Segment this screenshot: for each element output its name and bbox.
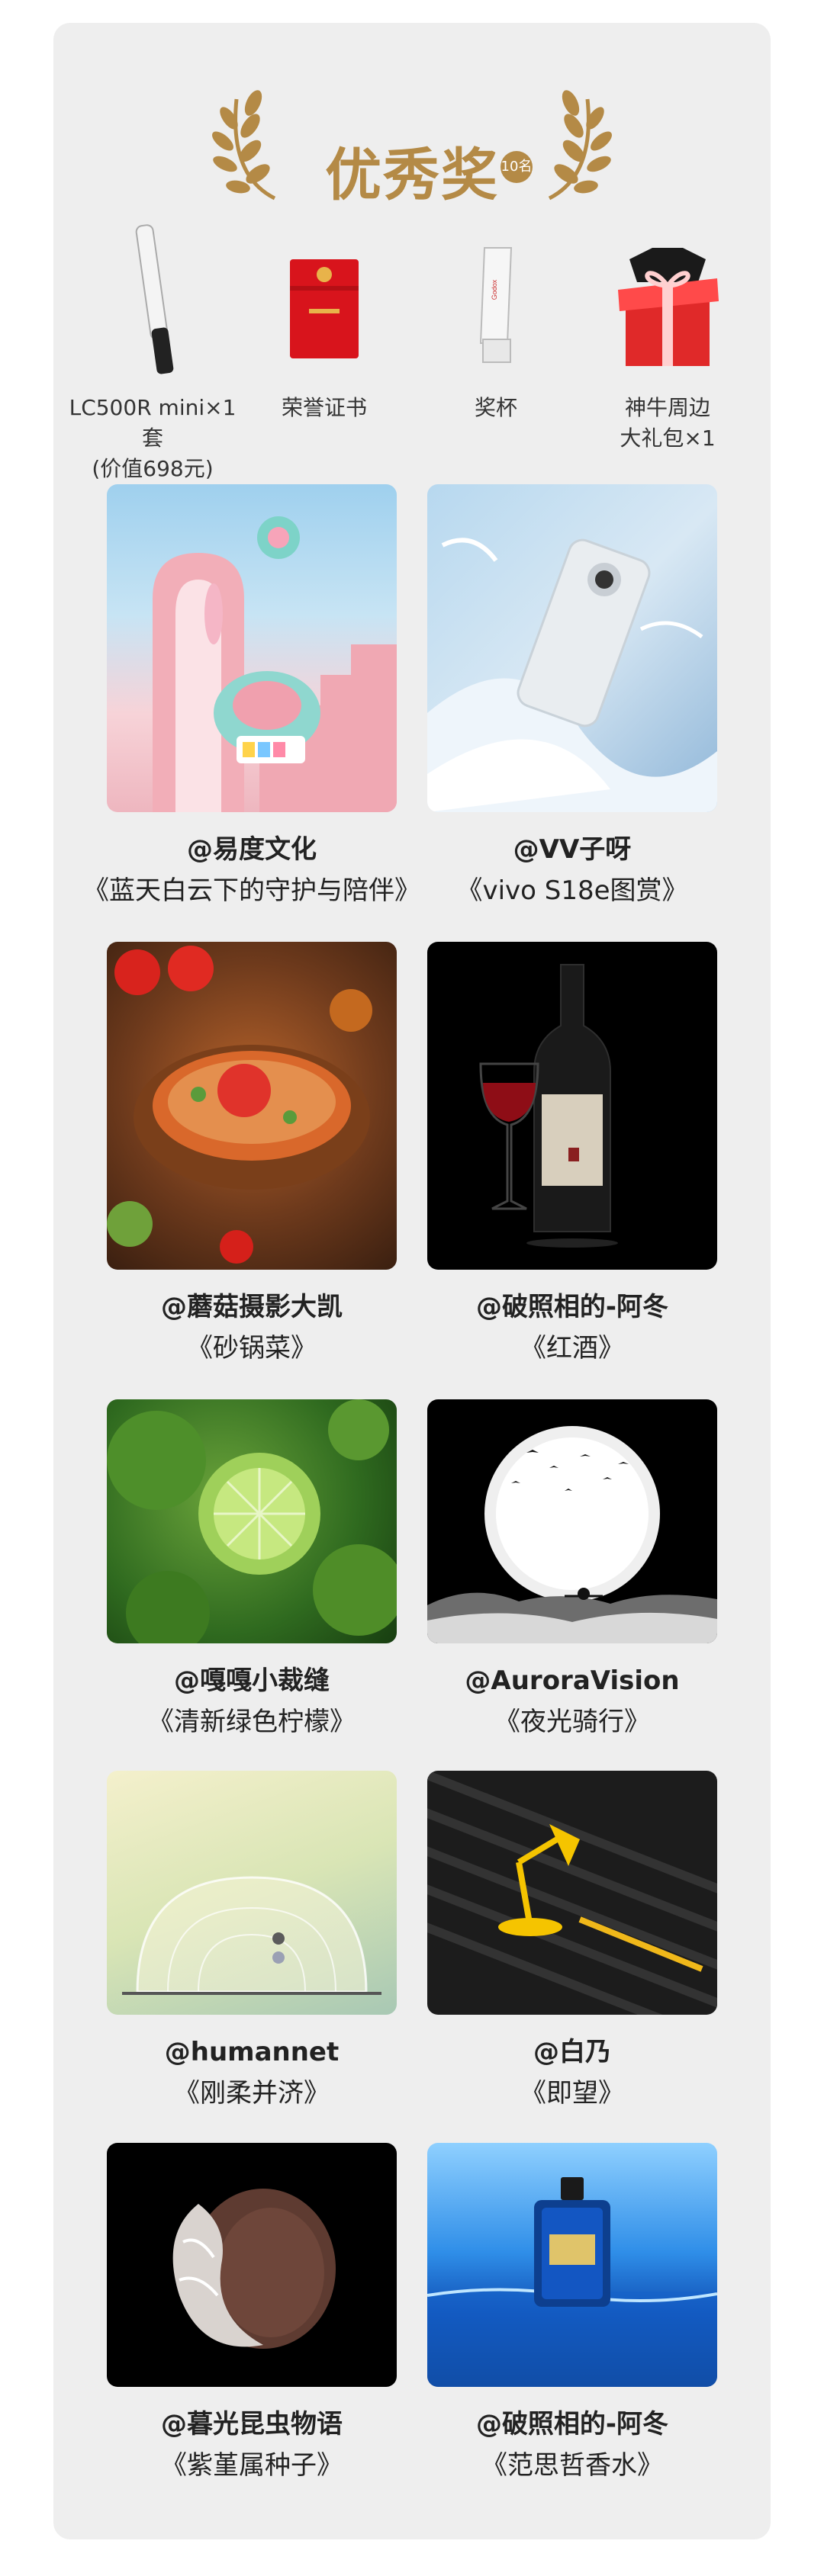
winner-author: @蘑菇摄影大凯 [161, 1292, 343, 1322]
gift-box-icon [618, 248, 719, 366]
winner-tile[interactable]: @易度文化 《蓝天白云下的守护与陪伴》 [83, 484, 420, 911]
winner-author: @破照相的-阿冬 [475, 2409, 669, 2439]
prize-item-light: LC500R mini×1套 (价值698元) [65, 214, 240, 481]
winner-tile[interactable]: @VV子呀 《vivo S18e图赏》 [427, 484, 717, 911]
prize-item-trophy: Godox 奖杯 [408, 214, 584, 458]
winner-author: @破照相的-阿冬 [475, 1292, 669, 1322]
winner-tile[interactable]: @破照相的-阿冬 《红酒》 [427, 942, 717, 1369]
winner-work-title: 《夜光骑行》 [494, 1707, 650, 1737]
winner-work-title: 《紫堇属种子》 [161, 2450, 343, 2481]
prize-item-gift: 神牛周边 大礼包×1 [580, 214, 755, 458]
winner-work-title: 《蓝天白云下的守护与陪伴》 [83, 875, 420, 906]
laurel-left-icon [211, 90, 276, 201]
winner-tile[interactable]: @AuroraVision 《夜光骑行》 [427, 1399, 717, 1742]
winner-photo[interactable] [107, 1399, 397, 1643]
winner-photo[interactable] [107, 484, 397, 812]
winner-author: @白乃 [533, 2037, 611, 2067]
led-light-stick-icon [135, 224, 174, 374]
winner-author: @VV子呀 [513, 834, 632, 865]
winner-tile[interactable]: @humannet 《刚柔并济》 [107, 1771, 397, 2114]
winner-photo[interactable] [107, 942, 397, 1270]
winner-photo[interactable] [427, 2143, 717, 2387]
certificate-icon [290, 259, 359, 358]
winner-tile[interactable]: @白乃 《即望》 [427, 1771, 717, 2114]
winner-tile[interactable]: @嘎嘎小裁缝 《清新绿色柠檬》 [107, 1399, 397, 1742]
prize-list: LC500R mini×1套 (价值698元) 荣誉证书 Godox 奖杯 神牛… [53, 214, 771, 481]
winner-tile[interactable]: @破照相的-阿冬 《范思哲香水》 [427, 2143, 717, 2486]
prize-label: 荣誉证书 [281, 395, 367, 420]
trophy-brand-mark: Godox [491, 279, 498, 300]
award-title: 优秀奖 [325, 143, 499, 208]
winner-author: @嘎嘎小裁缝 [174, 1665, 330, 1696]
winner-photo[interactable] [427, 484, 717, 812]
winner-work-title: 《即望》 [520, 2078, 624, 2109]
prize-item-certificate: 荣誉证书 [237, 214, 412, 458]
prize-label: 神牛周边 大礼包×1 [620, 395, 716, 451]
winner-work-title: 《刚柔并济》 [174, 2078, 330, 2109]
winner-author: @AuroraVision [465, 1665, 680, 1696]
winner-tile[interactable]: @暮光昆虫物语 《紫堇属种子》 [107, 2143, 397, 2486]
winner-work-title: 《红酒》 [520, 1333, 624, 1363]
winner-work-title: 《砂锅菜》 [187, 1333, 317, 1363]
award-card: 优秀奖 10名 LC500R mini×1套 (价值698元) 荣誉证书 God… [53, 23, 771, 2539]
prize-label: LC500R mini×1套 (价值698元) [69, 395, 237, 481]
winner-work-title: 《vivo S18e图赏》 [456, 875, 688, 906]
winner-count-badge: 10名 [501, 151, 533, 183]
winner-tile[interactable]: @蘑菇摄影大凯 《砂锅菜》 [107, 942, 397, 1369]
winner-author: @humannet [164, 2037, 340, 2067]
prize-label: 奖杯 [474, 395, 517, 420]
winner-work-title: 《清新绿色柠檬》 [148, 1707, 356, 1737]
winner-author: @暮光昆虫物语 [161, 2409, 343, 2439]
winner-photo[interactable] [427, 1771, 717, 2015]
winner-photo[interactable] [107, 2143, 397, 2387]
winner-photo[interactable] [427, 1399, 717, 1643]
winner-photo[interactable] [107, 1771, 397, 2015]
laurel-right-icon [548, 90, 613, 201]
trophy-icon: Godox [479, 247, 513, 363]
winner-work-title: 《范思哲香水》 [481, 2450, 663, 2481]
award-header: 优秀奖 10名 [53, 69, 771, 208]
winner-author: @易度文化 [187, 834, 317, 865]
winner-photo[interactable] [427, 942, 717, 1270]
